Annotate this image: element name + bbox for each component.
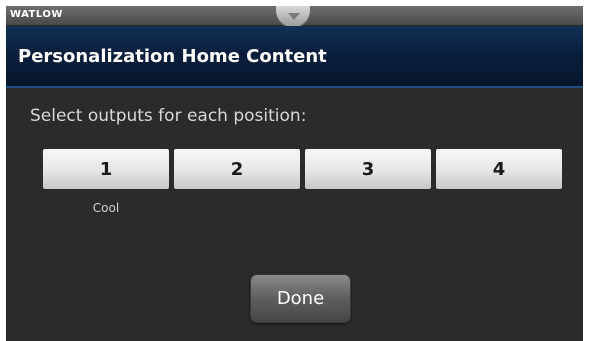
chevron-down-icon [288, 13, 300, 20]
top-status-bar: WATLOW [6, 6, 583, 28]
instruction-text: Select outputs for each position: [30, 106, 307, 126]
pull-down-menu-tab[interactable] [275, 6, 311, 28]
page-title: Personalization Home Content [18, 46, 327, 67]
position-2-button[interactable]: 2 [174, 149, 300, 189]
device-screen: WATLOW Personalization Home Content Sele… [6, 6, 583, 341]
brand-logo: WATLOW [10, 9, 63, 20]
title-bar: Personalization Home Content [6, 26, 583, 88]
position-1-button[interactable]: 1 [43, 149, 169, 189]
position-3-button[interactable]: 3 [305, 149, 431, 189]
position-4-button[interactable]: 4 [436, 149, 562, 189]
position-1-assignment: Cool [92, 201, 120, 215]
done-button[interactable]: Done [250, 274, 351, 323]
